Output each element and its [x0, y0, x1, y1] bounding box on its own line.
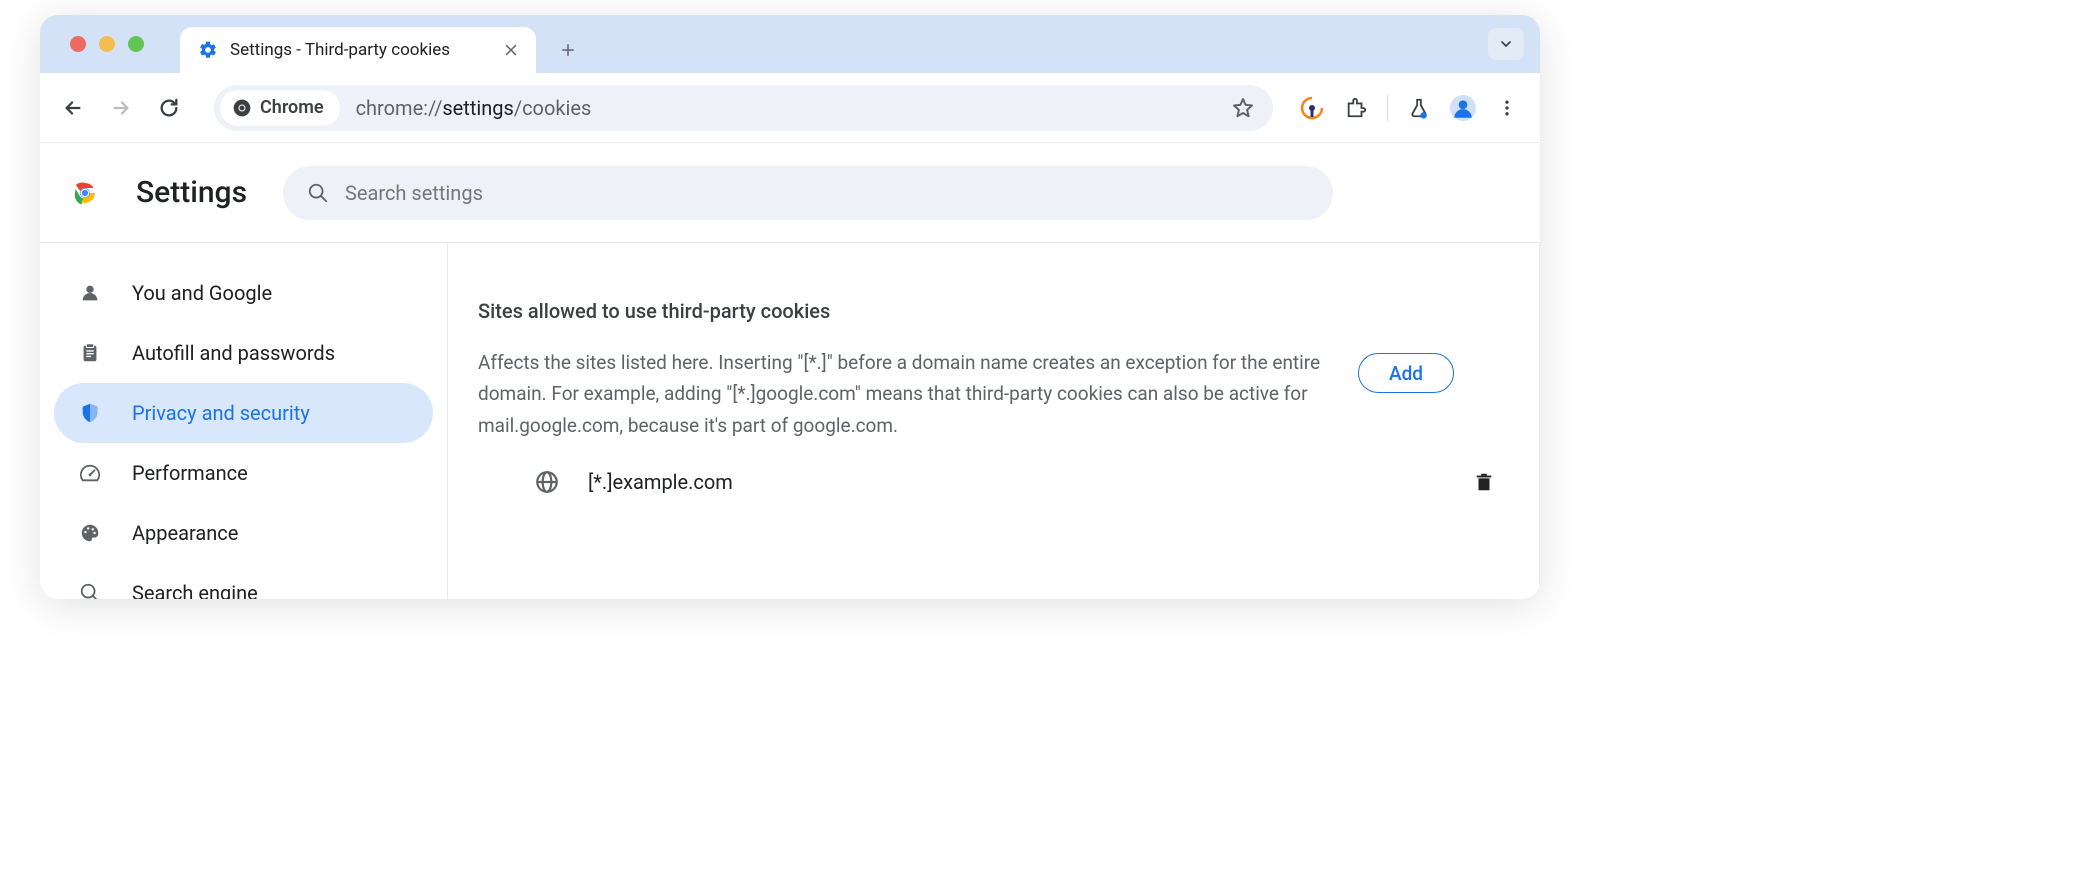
arrow-right-icon [110, 97, 132, 119]
sidebar-item-label: Appearance [132, 521, 238, 545]
palette-icon [78, 521, 102, 545]
sidebar-item-label: Performance [132, 461, 248, 485]
chrome-logo-icon [70, 178, 100, 208]
sidebar-item-label: Autofill and passwords [132, 341, 335, 365]
section-description: Affects the sites listed here. Inserting… [478, 347, 1328, 441]
forward-button[interactable] [100, 87, 142, 129]
settings-search-input[interactable] [345, 181, 1309, 205]
extension-openvpn-icon[interactable] [1299, 95, 1325, 121]
sidebar-item-label: Privacy and security [132, 401, 310, 425]
browser-tab[interactable]: Settings - Third-party cookies [180, 27, 536, 73]
bookmark-star-icon[interactable] [1231, 96, 1255, 120]
chevron-down-icon [1498, 36, 1514, 52]
site-exception-row: [*.]example.com [478, 441, 1509, 495]
tab-search-button[interactable] [1488, 28, 1524, 60]
shield-icon [78, 401, 102, 425]
toolbar-separator [1387, 95, 1388, 121]
kebab-menu-icon[interactable] [1494, 95, 1520, 121]
tab-title: Settings - Third-party cookies [230, 40, 450, 60]
page-title: Settings [136, 175, 247, 210]
back-button[interactable] [52, 87, 94, 129]
chrome-icon [232, 98, 252, 118]
delete-icon[interactable] [1473, 470, 1495, 494]
maximize-window-button[interactable] [128, 36, 144, 52]
site-pattern: [*.]example.com [588, 470, 733, 494]
sidebar-item-label: Search engine [132, 581, 258, 599]
globe-icon [534, 469, 560, 495]
settings-header: Settings [40, 143, 1540, 243]
sidebar-item-label: You and Google [132, 281, 272, 305]
settings-sidebar: You and Google Autofill and passwords Pr… [40, 243, 448, 599]
profile-avatar-icon[interactable] [1450, 95, 1476, 121]
url-text: chrome://settings/cookies [356, 96, 592, 120]
settings-search[interactable] [283, 166, 1333, 220]
site-chip[interactable]: Chrome [220, 90, 340, 126]
clipboard-icon [78, 341, 102, 365]
browser-window: Settings - Third-party cookies Chrome ch… [40, 15, 1540, 599]
sidebar-item-privacy-security[interactable]: Privacy and security [54, 383, 433, 443]
sidebar-item-performance[interactable]: Performance [54, 443, 433, 503]
site-chip-label: Chrome [260, 97, 324, 118]
settings-body: You and Google Autofill and passwords Pr… [40, 243, 1540, 599]
sidebar-item-autofill[interactable]: Autofill and passwords [54, 323, 433, 383]
add-button[interactable]: Add [1358, 353, 1454, 393]
minimize-window-button[interactable] [99, 36, 115, 52]
labs-icon[interactable] [1406, 95, 1432, 121]
arrow-left-icon [62, 97, 84, 119]
new-tab-button[interactable] [550, 32, 586, 68]
person-icon [78, 281, 102, 305]
sidebar-item-appearance[interactable]: Appearance [54, 503, 433, 563]
reload-button[interactable] [148, 87, 190, 129]
toolbar: Chrome chrome://settings/cookies [40, 73, 1540, 143]
plus-icon [559, 41, 577, 59]
extensions-icon[interactable] [1343, 95, 1369, 121]
section-description-row: Affects the sites listed here. Inserting… [478, 347, 1509, 441]
settings-gear-icon [198, 40, 218, 60]
window-controls [70, 36, 144, 52]
sidebar-item-you-and-google[interactable]: You and Google [54, 263, 433, 323]
speedometer-icon [78, 461, 102, 485]
section-title: Sites allowed to use third-party cookies [478, 299, 1509, 323]
tab-strip: Settings - Third-party cookies [40, 15, 1540, 73]
close-tab-icon[interactable] [502, 41, 520, 59]
omnibox[interactable]: Chrome chrome://settings/cookies [214, 85, 1273, 131]
settings-main: Sites allowed to use third-party cookies… [448, 243, 1540, 599]
search-icon [307, 182, 329, 204]
toolbar-actions [1299, 95, 1520, 121]
reload-icon [158, 97, 180, 119]
close-window-button[interactable] [70, 36, 86, 52]
sidebar-item-search-engine[interactable]: Search engine [54, 563, 433, 599]
search-icon [78, 581, 102, 599]
